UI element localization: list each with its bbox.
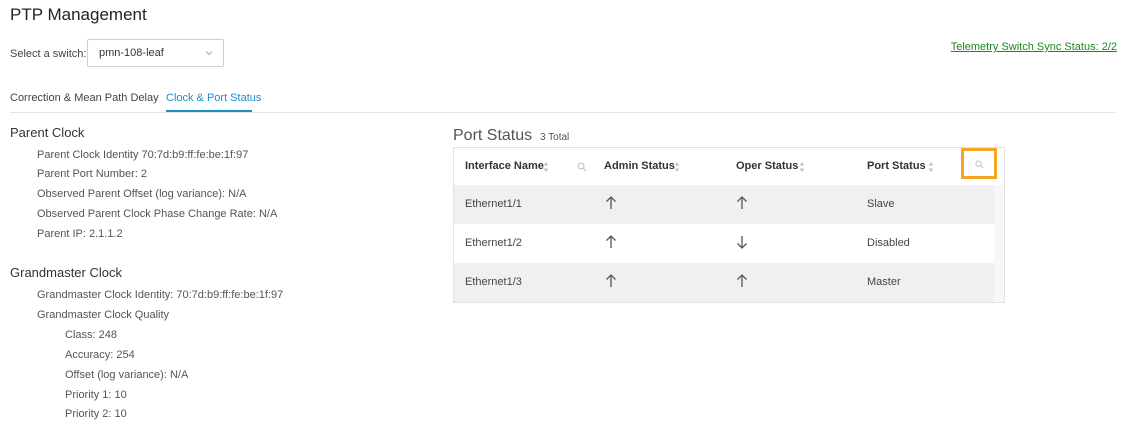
interface-name-cell: Ethernet1/2: [465, 237, 522, 249]
port-status-cell: Disabled: [867, 237, 910, 249]
tabs-divider: [10, 112, 1116, 113]
sort-icon[interactable]: [799, 161, 805, 173]
up-arrow-icon: [606, 235, 616, 248]
switch-label: Select a switch:: [10, 48, 87, 60]
table-row[interactable]: Ethernet1/3 Master: [454, 263, 994, 302]
table-search-button[interactable]: [961, 148, 997, 179]
port-status-cell: Slave: [867, 198, 895, 210]
interface-name-cell: Ethernet1/3: [465, 276, 522, 288]
port-status-table: Interface Name Admin Status Oper Status …: [453, 147, 1005, 303]
table-row[interactable]: Ethernet1/2 Disabled: [454, 224, 994, 263]
down-arrow-icon: [737, 236, 747, 249]
column-search-icon[interactable]: [577, 162, 587, 172]
gm-class: Class: 248: [65, 329, 117, 341]
search-icon: [975, 160, 984, 169]
sort-icon[interactable]: [674, 161, 680, 173]
col-admin-status[interactable]: Admin Status: [604, 160, 675, 172]
up-arrow-icon: [606, 274, 616, 287]
grandmaster-clock-title: Grandmaster Clock: [10, 265, 122, 280]
grandmaster-clock-identity: Grandmaster Clock Identity: 70:7d:b9:ff:…: [37, 289, 284, 301]
tab-correction-mean-path-delay[interactable]: Correction & Mean Path Delay: [10, 92, 159, 104]
up-arrow-icon: [737, 196, 747, 209]
gm-priority-1: Priority 1: 10: [65, 389, 127, 401]
parent-ip: Parent IP: 2.1.1.2: [37, 228, 123, 240]
port-status-cell: Master: [867, 276, 901, 288]
page-title: PTP Management: [10, 5, 147, 24]
observed-parent-offset: Observed Parent Offset (log variance): N…: [37, 188, 247, 200]
parent-clock-title: Parent Clock: [10, 125, 85, 140]
interface-name-cell: Ethernet1/1: [465, 198, 522, 210]
col-oper-status[interactable]: Oper Status: [736, 160, 798, 172]
up-arrow-icon: [737, 274, 747, 287]
table-scrollbar-track[interactable]: [994, 185, 1004, 302]
switch-select[interactable]: pmn-108-leaf: [87, 39, 224, 67]
grandmaster-clock-quality-label: Grandmaster Clock Quality: [37, 309, 170, 321]
parent-clock-identity: Parent Clock Identity 70:7d:b9:ff:fe:be:…: [37, 149, 249, 161]
gm-offset: Offset (log variance): N/A: [65, 369, 189, 381]
gm-priority-2: Priority 2: 10: [65, 408, 127, 420]
col-port-status[interactable]: Port Status: [867, 160, 926, 172]
sort-icon[interactable]: [543, 161, 549, 173]
switch-value: pmn-108-leaf: [99, 47, 164, 59]
sort-icon[interactable]: [928, 161, 934, 173]
table-header: Interface Name Admin Status Oper Status …: [454, 148, 994, 185]
port-status-title: Port Status: [453, 127, 533, 144]
chevron-down-icon: [205, 51, 213, 56]
telemetry-sync-status-link[interactable]: Telemetry Switch Sync Status: 2/2: [951, 41, 1117, 53]
port-status-count: 3 Total: [540, 132, 570, 143]
parent-port-number: Parent Port Number: 2: [37, 168, 148, 180]
col-interface-name[interactable]: Interface Name: [465, 160, 544, 172]
tab-clock-port-status[interactable]: Clock & Port Status: [166, 92, 261, 104]
table-row[interactable]: Ethernet1/1 Slave: [454, 185, 994, 224]
gm-accuracy: Accuracy: 254: [65, 349, 135, 361]
observed-parent-phase-change-rate: Observed Parent Clock Phase Change Rate:…: [37, 208, 278, 220]
up-arrow-icon: [606, 196, 616, 209]
